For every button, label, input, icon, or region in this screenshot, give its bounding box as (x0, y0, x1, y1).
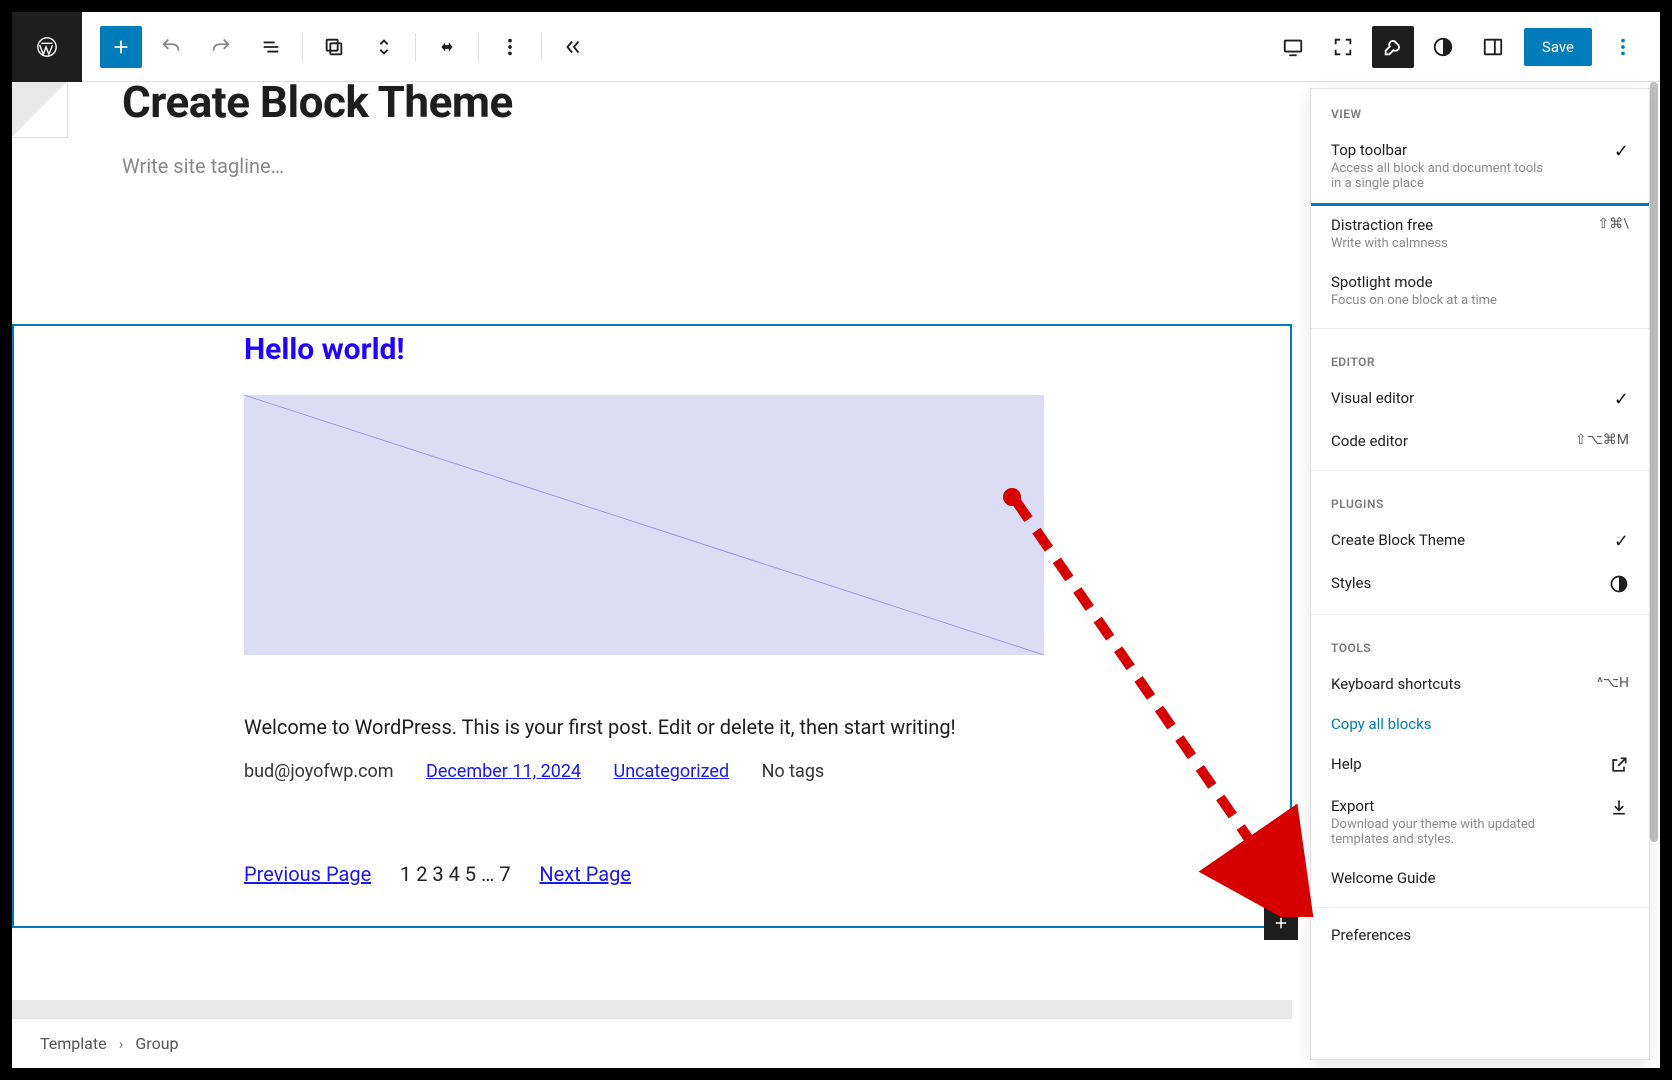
menu-item-distraction-free[interactable]: Distraction free Write with calmness ⇧⌘\ (1311, 206, 1649, 263)
check-icon (1614, 141, 1629, 162)
menu-item-label: Preferences (1331, 926, 1629, 944)
menu-item-create-block-theme[interactable]: Create Block Theme (1311, 521, 1649, 564)
menu-item-label: Code editor (1331, 432, 1575, 450)
download-icon (1609, 797, 1629, 817)
post-date-link[interactable]: December 11, 2024 (426, 761, 581, 782)
next-page-link[interactable]: Next Page (539, 862, 631, 886)
drag-handle-button[interactable] (426, 26, 468, 68)
menu-item-welcome-guide[interactable]: Welcome Guide (1311, 859, 1649, 899)
external-link-icon (1609, 755, 1629, 775)
separator (302, 33, 303, 61)
pagination: Previous Page 1 2 3 4 5 … 7 Next Page (244, 862, 1060, 886)
menu-item-sub: Write with calmness (1331, 236, 1551, 251)
panel-scrollbar[interactable] (1650, 82, 1658, 842)
page-numbers[interactable]: 1 2 3 4 5 … 7 (400, 862, 511, 886)
section-tools-label: TOOLS (1311, 623, 1649, 665)
menu-item-visual-editor[interactable]: Visual editor (1311, 379, 1649, 422)
block-appender-button[interactable] (1264, 906, 1298, 940)
wordpress-logo-button[interactable] (12, 12, 82, 82)
shortcut-label: ⇧⌘\ (1598, 216, 1629, 232)
undo-button[interactable] (150, 26, 192, 68)
menu-item-label: Distraction free (1331, 216, 1598, 234)
menu-item-spotlight-mode[interactable]: Spotlight mode Focus on one block at a t… (1311, 263, 1649, 320)
check-icon (1614, 531, 1629, 552)
shortcut-label: ^⌥H (1597, 675, 1629, 691)
options-menu-button[interactable] (1602, 26, 1644, 68)
post-content[interactable]: Welcome to WordPress. This is your first… (244, 715, 1060, 739)
menu-item-label: Copy all blocks (1331, 715, 1629, 733)
shortcut-label: ⇧⌥⌘M (1575, 432, 1629, 448)
fullscreen-button[interactable] (1322, 26, 1364, 68)
prev-page-link[interactable]: Previous Page (244, 862, 371, 886)
section-editor-label: EDITOR (1311, 337, 1649, 379)
menu-item-code-editor[interactable]: Code editor ⇧⌥⌘M (1311, 422, 1649, 462)
section-view-label: VIEW (1311, 89, 1649, 131)
menu-item-label: Export (1331, 797, 1609, 815)
breadcrumb-group[interactable]: Group (135, 1034, 178, 1053)
separator (415, 33, 416, 61)
menu-item-label: Styles (1331, 574, 1609, 592)
options-menu-panel: VIEW Top toolbar Access all block and do… (1310, 88, 1650, 1060)
menu-item-keyboard-shortcuts[interactable]: Keyboard shortcuts ^⌥H (1311, 665, 1649, 705)
tools-button[interactable] (1372, 26, 1414, 68)
top-toolbar: Save (12, 12, 1660, 82)
save-button[interactable]: Save (1524, 28, 1592, 66)
menu-item-export[interactable]: Export Download your theme with updated … (1311, 787, 1649, 859)
menu-item-sub: Download your theme with updated templat… (1331, 817, 1551, 847)
check-icon (1614, 389, 1629, 410)
post-category-link[interactable]: Uncategorized (614, 761, 730, 782)
post-meta: bud@joyofwp.com December 11, 2024 Uncate… (244, 761, 1060, 782)
horizontal-scrollbar[interactable] (12, 1000, 1292, 1018)
post-title[interactable]: Hello world! (244, 332, 1060, 367)
menu-item-label: Welcome Guide (1331, 869, 1629, 887)
breadcrumb-template[interactable]: Template (40, 1034, 107, 1053)
desktop-view-button[interactable] (1272, 26, 1314, 68)
menu-item-label: Spotlight mode (1331, 273, 1629, 291)
menu-item-label: Visual editor (1331, 389, 1614, 407)
styles-button[interactable] (1422, 26, 1464, 68)
redo-button[interactable] (200, 26, 242, 68)
settings-sidebar-button[interactable] (1472, 26, 1514, 68)
menu-item-label: Top toolbar (1331, 141, 1614, 159)
menu-item-label: Create Block Theme (1331, 531, 1614, 549)
copy-button[interactable] (313, 26, 355, 68)
separator (541, 33, 542, 61)
menu-item-help[interactable]: Help (1311, 745, 1649, 787)
menu-item-preferences[interactable]: Preferences (1311, 916, 1649, 956)
collapse-toolbar-button[interactable] (552, 26, 594, 68)
menu-item-label: Keyboard shortcuts (1331, 675, 1597, 693)
list-view-button[interactable] (250, 26, 292, 68)
menu-item-label: Help (1331, 755, 1609, 773)
menu-item-sub: Focus on one block at a time (1331, 293, 1551, 308)
separator (478, 33, 479, 61)
menu-item-styles[interactable]: Styles (1311, 564, 1649, 606)
menu-item-top-toolbar[interactable]: Top toolbar Access all block and documen… (1311, 131, 1649, 206)
move-updown-button[interactable] (363, 26, 405, 68)
post-author: bud@joyofwp.com (244, 761, 394, 782)
featured-image-placeholder[interactable] (244, 395, 1044, 655)
contrast-icon (1609, 574, 1629, 594)
menu-item-sub: Access all block and document tools in a… (1331, 161, 1551, 191)
add-block-button[interactable] (100, 26, 142, 68)
block-breadcrumb: Template › Group (12, 1018, 1292, 1068)
chevron-right-icon: › (119, 1034, 124, 1053)
more-options-button[interactable] (489, 26, 531, 68)
menu-item-copy-all-blocks[interactable]: Copy all blocks (1311, 705, 1649, 745)
selected-group-block[interactable]: Hello world! Welcome to WordPress. This … (12, 324, 1292, 928)
post-tags: No tags (762, 761, 825, 782)
section-plugins-label: PLUGINS (1311, 479, 1649, 521)
